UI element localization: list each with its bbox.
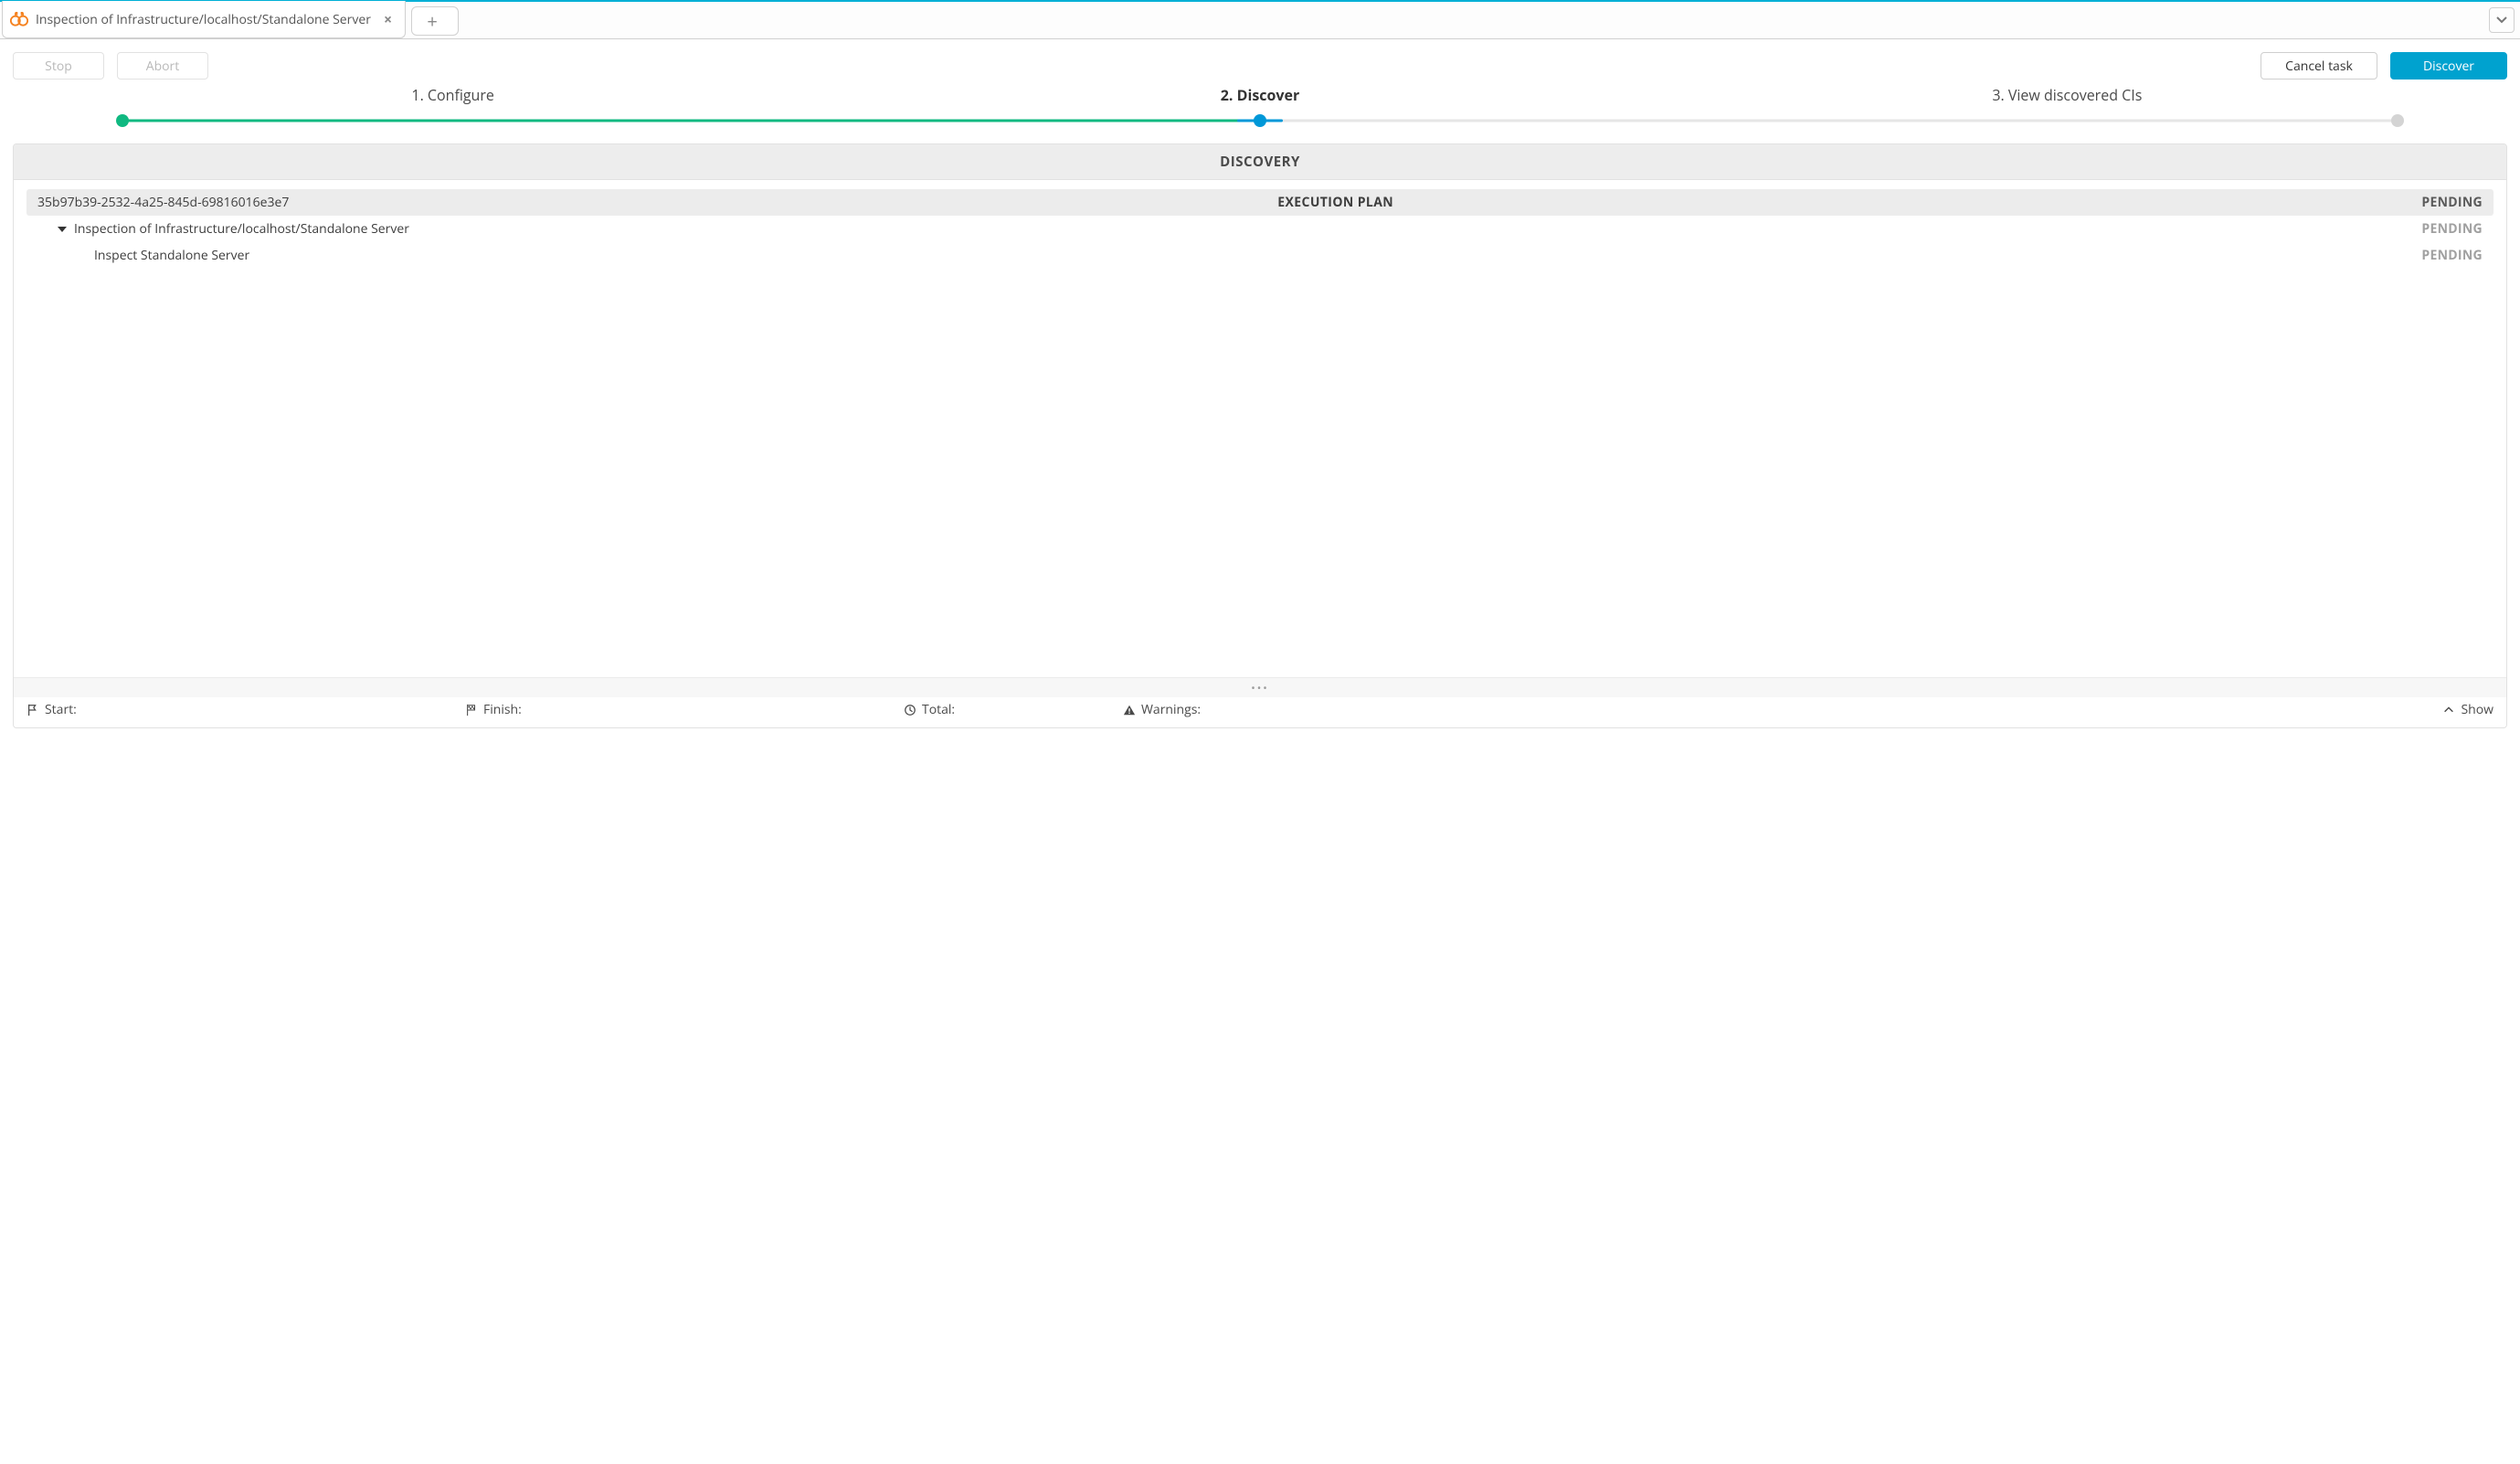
chevron-down-icon	[2496, 15, 2507, 26]
tab-overflow-button[interactable]	[2489, 7, 2515, 33]
status-finish: Finish:	[465, 701, 849, 718]
flag-icon	[26, 704, 39, 716]
chevron-down-icon[interactable]	[58, 227, 67, 232]
execution-plan-id: 35b97b39-2532-4a25-845d-69816016e3e7	[37, 194, 289, 211]
abort-button[interactable]: Abort	[117, 52, 208, 80]
stop-button[interactable]: Stop	[13, 52, 104, 80]
cancel-task-button[interactable]: Cancel task	[2261, 52, 2377, 80]
clock-icon	[904, 704, 916, 716]
wizard-steps: 1. Configure 2. Discover 3. View discove…	[0, 80, 2520, 143]
new-tab-button[interactable]: +	[411, 6, 459, 36]
step-node-3[interactable]	[2391, 114, 2404, 127]
close-icon[interactable]: ×	[384, 12, 392, 27]
panel-body: 35b97b39-2532-4a25-845d-69816016e3e7 EXE…	[14, 180, 2506, 677]
chevron-up-icon	[2442, 704, 2455, 716]
status-bar: Start: Finish: Total: Warnings:	[14, 697, 2506, 727]
tab-title: Inspection of Infrastructure/localhost/S…	[36, 11, 371, 28]
tree-row[interactable]: Inspect Standalone Server PENDING	[26, 242, 2494, 269]
show-toggle[interactable]: Show	[2442, 701, 2494, 718]
step-node-2[interactable]	[1254, 114, 1266, 127]
step-discover[interactable]: 2. Discover	[856, 85, 1663, 105]
wizard-track	[122, 114, 2398, 127]
status-warnings: Warnings:	[1123, 701, 1201, 718]
plus-icon: +	[427, 9, 437, 34]
execution-plan-row[interactable]: 35b97b39-2532-4a25-845d-69816016e3e7 EXE…	[26, 189, 2494, 216]
execution-plan-status: PENDING	[2382, 194, 2483, 211]
tab-bar: Inspection of Infrastructure/localhost/S…	[0, 2, 2520, 39]
tree-row-label: Inspection of Infrastructure/localhost/S…	[74, 220, 409, 238]
tree-row[interactable]: Inspection of Infrastructure/localhost/S…	[26, 216, 2494, 242]
binoculars-icon	[10, 12, 28, 27]
execution-plan-label: EXECUTION PLAN	[289, 194, 2382, 211]
discovery-panel: DISCOVERY 35b97b39-2532-4a25-845d-698160…	[13, 143, 2507, 728]
status-total: Total:	[904, 701, 1068, 718]
tree-row-status: PENDING	[2382, 220, 2483, 238]
tree-row-label: Inspect Standalone Server	[94, 247, 249, 264]
panel-title: DISCOVERY	[14, 144, 2506, 180]
checkered-flag-icon	[465, 704, 478, 716]
status-start: Start:	[26, 701, 410, 718]
step-node-1[interactable]	[116, 114, 129, 127]
toolbar: Stop Abort Cancel task Discover	[0, 39, 2520, 80]
tree-row-status: PENDING	[2382, 247, 2483, 264]
warning-icon	[1123, 704, 1136, 716]
drag-handle[interactable]: •••	[14, 677, 2506, 697]
step-view-cis[interactable]: 3. View discovered CIs	[1664, 85, 2471, 105]
step-configure[interactable]: 1. Configure	[49, 85, 856, 105]
tab-active[interactable]: Inspection of Infrastructure/localhost/S…	[2, 1, 406, 38]
discover-button[interactable]: Discover	[2390, 52, 2507, 80]
